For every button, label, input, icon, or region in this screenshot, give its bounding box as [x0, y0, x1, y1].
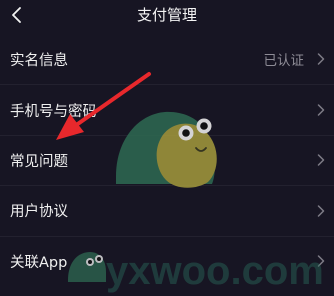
page-title: 支付管理: [136, 6, 197, 24]
back-chevron-icon: [11, 7, 23, 27]
chevron-right-icon: [316, 103, 326, 117]
chevron-right-icon: [316, 204, 326, 218]
row-label: 关联App: [10, 254, 68, 271]
top-nav-bar: 支付管理: [0, 0, 334, 34]
row-faq[interactable]: 常见问题: [0, 134, 334, 185]
back-button[interactable]: [0, 0, 34, 34]
row-phone-and-password[interactable]: 手机号与密码: [0, 84, 334, 134]
chevron-right-icon: [316, 153, 326, 167]
row-label: 常见问题: [10, 153, 68, 170]
chevron-right-icon: [316, 254, 326, 268]
row-real-name-info[interactable]: 实名信息 已认证: [0, 34, 334, 84]
settings-list: 实名信息 已认证 手机号与密码 常见问题 用户协议 关联App: [0, 34, 334, 286]
chevron-right-icon: [316, 52, 326, 66]
row-label: 用户协议: [10, 204, 68, 221]
row-label: 手机号与密码: [10, 103, 97, 120]
row-linked-apps[interactable]: 关联App: [0, 235, 334, 286]
row-status-value: 已认证: [263, 53, 305, 70]
row-user-agreement[interactable]: 用户协议: [0, 185, 334, 235]
row-label: 实名信息: [10, 52, 68, 69]
